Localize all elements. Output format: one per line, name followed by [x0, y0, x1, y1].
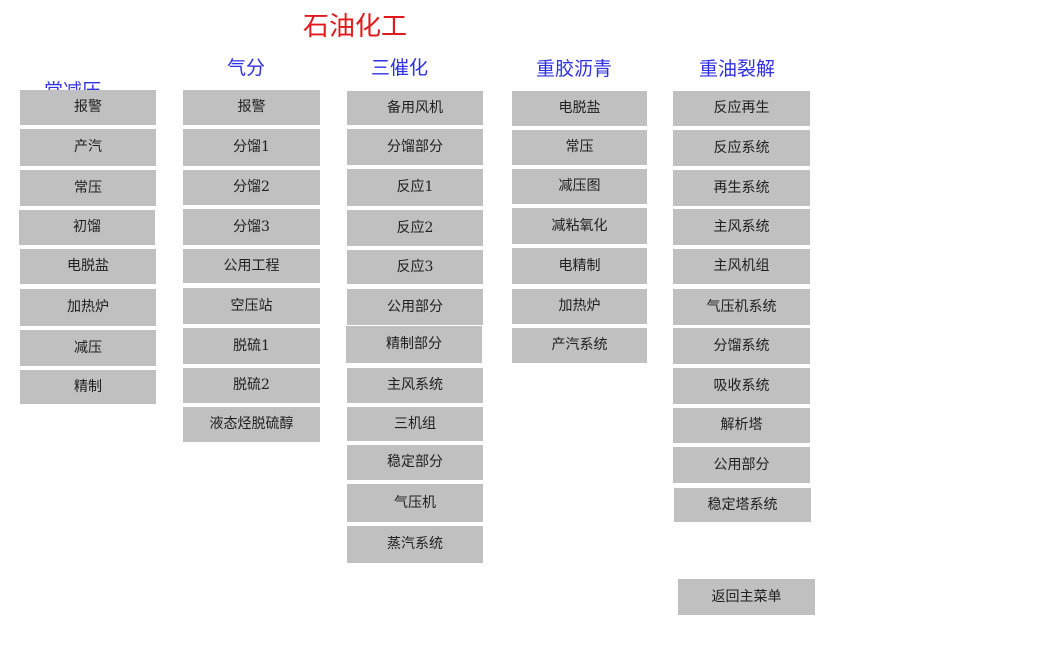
menu-button[interactable]: 液态烃脱硫醇: [183, 407, 320, 442]
menu-button[interactable]: 蒸汽系统: [347, 526, 483, 563]
menu-button[interactable]: 主风系统: [347, 368, 483, 403]
column-title: 气分: [227, 57, 266, 79]
menu-button[interactable]: 反应系统: [673, 130, 810, 166]
menu-button[interactable]: 稳定部分: [347, 445, 483, 480]
menu-button[interactable]: 脱硫1: [183, 328, 320, 364]
page-title: 石油化工: [303, 12, 408, 42]
menu-button[interactable]: 公用工程: [183, 249, 320, 283]
menu-button[interactable]: 备用风机: [347, 91, 483, 125]
menu-button[interactable]: 电脱盐: [512, 91, 647, 126]
menu-button[interactable]: 反应3: [347, 250, 483, 284]
menu-button[interactable]: 初馏: [19, 210, 155, 245]
menu-button[interactable]: 减压图: [512, 169, 647, 204]
menu-button[interactable]: 加热炉: [512, 289, 647, 324]
menu-button[interactable]: 主风系统: [673, 209, 810, 245]
menu-button[interactable]: 减粘氧化: [512, 208, 647, 244]
menu-button[interactable]: 加热炉: [20, 289, 156, 326]
menu-button[interactable]: 报警: [20, 90, 156, 125]
menu-button[interactable]: 主风机组: [673, 249, 810, 284]
menu-button[interactable]: 电脱盐: [20, 249, 156, 284]
menu-button[interactable]: 气压机系统: [673, 289, 810, 325]
menu-button[interactable]: 反应1: [347, 169, 483, 206]
menu-button[interactable]: 脱硫2: [183, 368, 320, 403]
menu-button[interactable]: 精制部分: [346, 326, 482, 363]
menu-button[interactable]: 公用部分: [347, 289, 483, 325]
menu-button[interactable]: 产汽: [20, 129, 156, 166]
menu-button[interactable]: 分馏系统: [673, 328, 810, 364]
menu-button[interactable]: 空压站: [183, 288, 320, 324]
menu-button[interactable]: 反应再生: [673, 91, 810, 126]
menu-button[interactable]: 精制: [20, 370, 156, 404]
menu-button[interactable]: 分馏1: [183, 129, 320, 166]
menu-button[interactable]: 解析塔: [673, 408, 810, 443]
menu-button[interactable]: 反应2: [347, 210, 483, 246]
menu-button[interactable]: 产汽系统: [512, 328, 647, 363]
menu-button[interactable]: 常压: [20, 170, 156, 206]
menu-button[interactable]: 常压: [512, 130, 647, 165]
menu-button[interactable]: 稳定塔系统: [674, 488, 811, 522]
menu-button[interactable]: 再生系统: [673, 170, 810, 206]
menu-button[interactable]: 电精制: [512, 248, 647, 284]
menu-button[interactable]: 分馏3: [183, 209, 320, 245]
menu-button[interactable]: 三机组: [347, 407, 483, 441]
menu-button[interactable]: 气压机: [347, 484, 483, 522]
column-title: 重胶沥青: [536, 58, 613, 80]
menu-button[interactable]: 分馏2: [183, 170, 320, 205]
menu-button[interactable]: 公用部分: [673, 447, 810, 483]
column-title: 重油裂解: [699, 58, 776, 80]
return-main-menu-button[interactable]: 返回主菜单: [678, 579, 815, 615]
menu-button[interactable]: 减压: [20, 330, 156, 366]
column-title: 三催化: [371, 57, 429, 79]
menu-button[interactable]: 分馏部分: [347, 129, 483, 165]
menu-button[interactable]: 吸收系统: [673, 368, 810, 404]
menu-button[interactable]: 报警: [183, 90, 320, 125]
